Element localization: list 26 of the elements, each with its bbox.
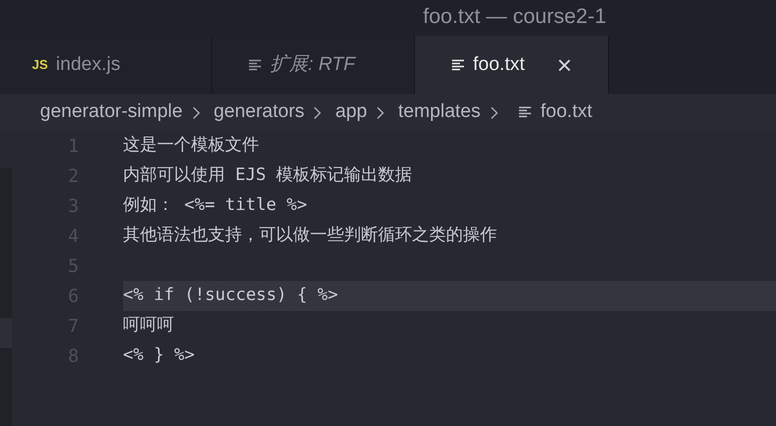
code-text: 呵呵呵 — [123, 314, 174, 338]
code-text: <% } %> — [123, 344, 195, 368]
file-lines-icon — [451, 58, 465, 72]
close-button[interactable]: × — [556, 52, 572, 78]
breadcrumb-item[interactable]: generators — [214, 98, 304, 127]
js-file-icon: JS — [32, 55, 48, 75]
editor-tab[interactable]: foo.txt × — [415, 36, 609, 94]
chevron-right-icon — [313, 106, 322, 120]
tab-label: 扩展: RTF — [270, 52, 356, 77]
breadcrumb-item[interactable]: foo.txt — [540, 98, 592, 127]
code-text: 例如： <%= title %> — [123, 194, 308, 218]
file-lines-icon — [248, 58, 262, 72]
chevron-right-icon — [376, 106, 386, 120]
code-text: 其他语法也支持，可以做一些判断循环之类的操作 — [123, 224, 497, 248]
tab-label: index.js — [56, 52, 120, 77]
code-text: 内部可以使用 EJS 模板标记输出数据 — [123, 164, 412, 188]
breadcrumb-item[interactable]: generator-simple — [40, 98, 183, 127]
window-title: foo.txt — course2-1 — [423, 4, 606, 30]
chevron-right-icon — [490, 106, 498, 120]
tab-label: foo.txt — [473, 52, 525, 77]
code-text: 这是一个模板文件 — [123, 134, 259, 158]
file-lines-icon — [518, 106, 532, 119]
code-text: <% if (!success) { %> — [123, 284, 338, 308]
breadcrumb-item[interactable]: templates — [398, 98, 480, 127]
chevron-right-icon — [192, 106, 201, 120]
breadcrumb-item[interactable]: app — [335, 98, 368, 127]
